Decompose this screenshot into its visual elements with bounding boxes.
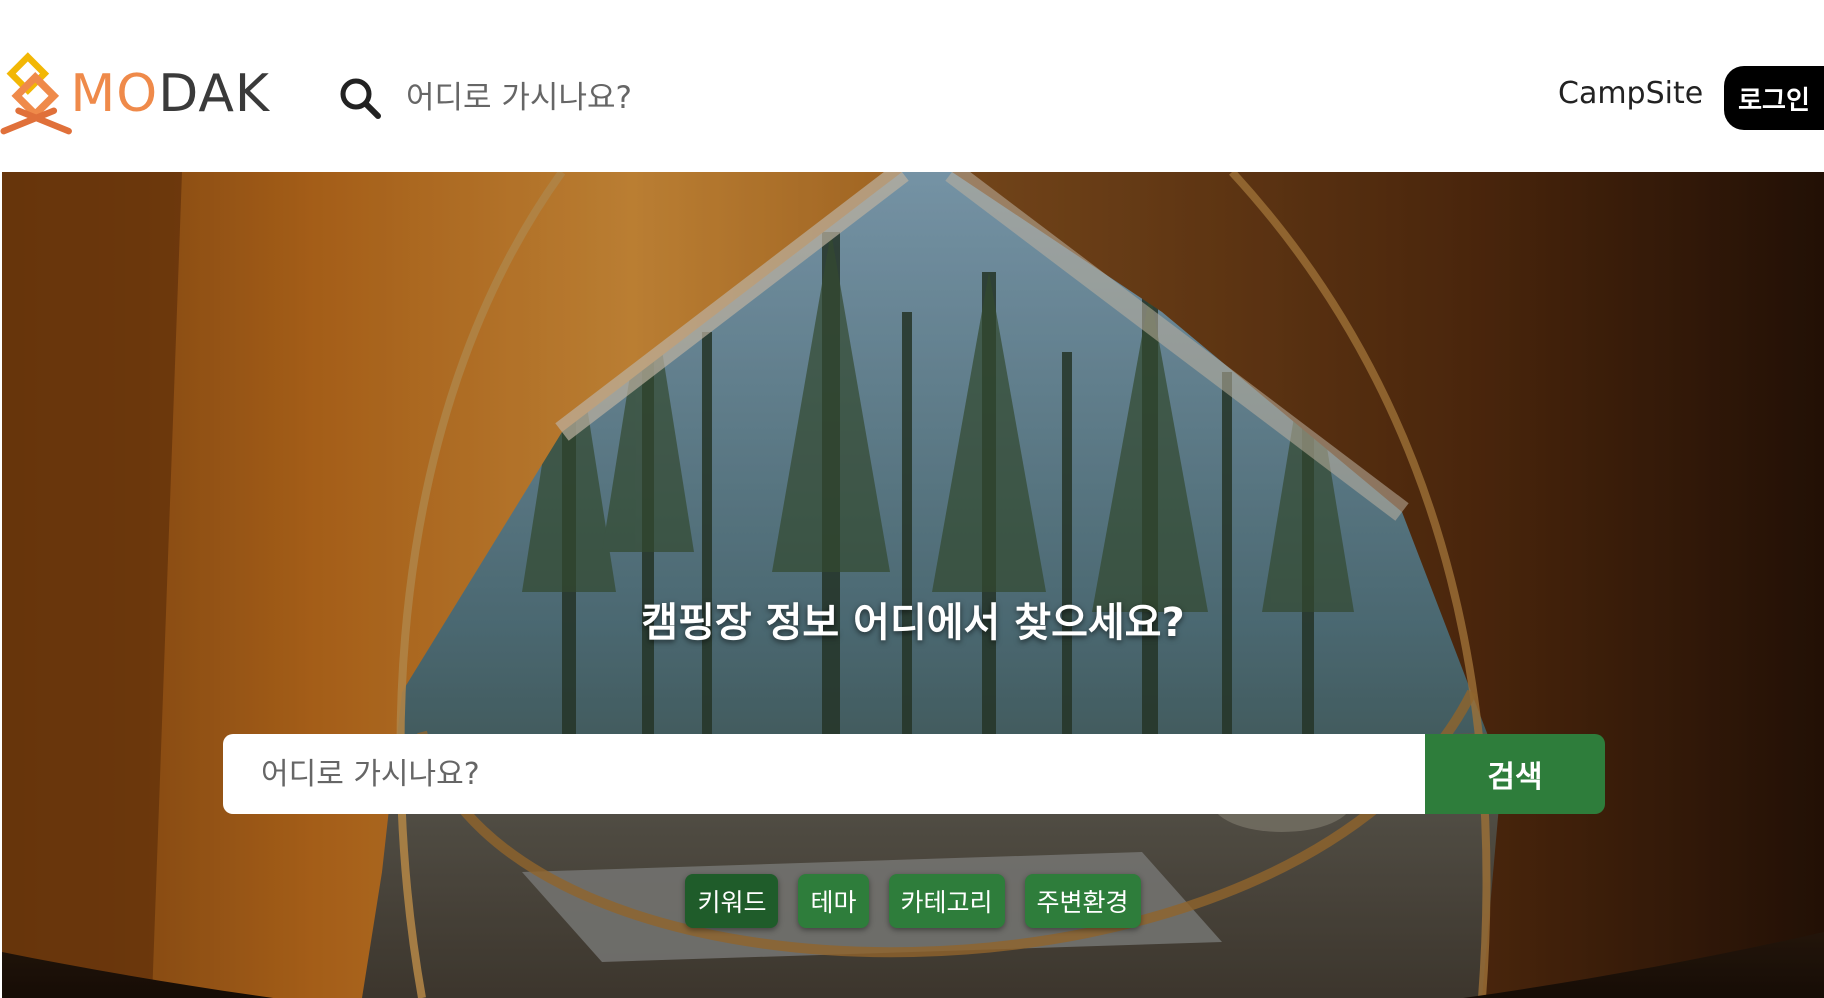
- chip-theme[interactable]: 테마: [798, 874, 869, 928]
- hero-title: 캠핑장 정보 어디에서 찾으세요?: [641, 600, 1185, 646]
- logo-text-mo: MO: [70, 64, 159, 124]
- header-search: [338, 74, 748, 122]
- search-icon[interactable]: [338, 76, 382, 120]
- chip-surroundings[interactable]: 주변환경: [1024, 874, 1141, 928]
- hero-search-input[interactable]: [223, 734, 1425, 814]
- hero-search-bar: 검색: [223, 734, 1605, 814]
- campfire-logo-icon: [0, 52, 72, 135]
- chip-category[interactable]: 카테고리: [888, 874, 1005, 928]
- header-search-input[interactable]: [404, 75, 748, 121]
- logo-wordmark: MODAK: [70, 68, 270, 120]
- login-button[interactable]: 로그인: [1724, 66, 1824, 130]
- site-header: MODAK CampSite 로그인: [0, 0, 1824, 172]
- logo-text-dak: DAK: [158, 64, 270, 124]
- search-button[interactable]: 검색: [1425, 734, 1605, 814]
- filter-chips: 키워드 테마 카테고리 주변환경: [2, 874, 1824, 928]
- modak-logo[interactable]: MODAK: [0, 50, 270, 138]
- nav-campsite-link[interactable]: CampSite: [1558, 76, 1703, 111]
- chip-keyword[interactable]: 키워드: [685, 874, 779, 928]
- hero-section: 캠핑장 정보 어디에서 찾으세요? 검색 키워드 테마 카테고리 주변환경: [2, 172, 1824, 998]
